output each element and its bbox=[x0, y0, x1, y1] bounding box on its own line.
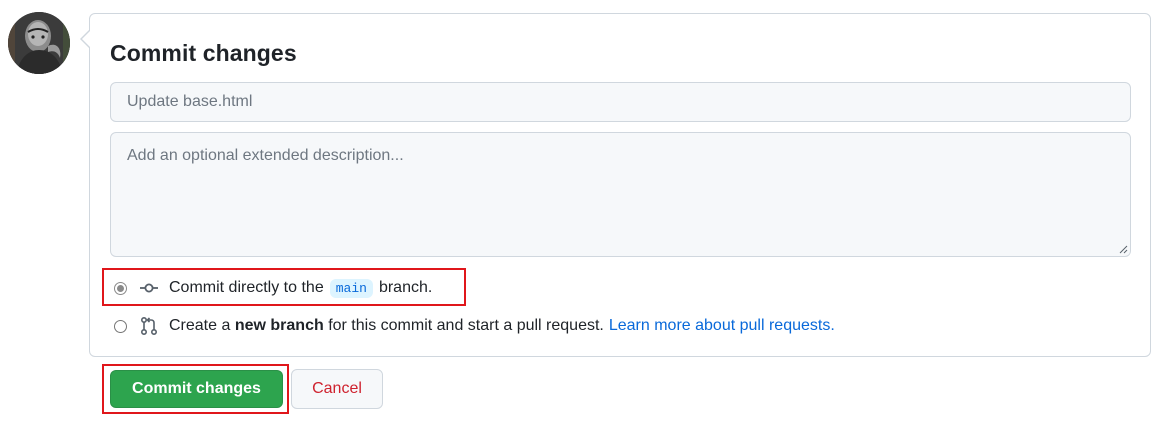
radio-new-branch[interactable] bbox=[114, 319, 127, 333]
cancel-button[interactable]: Cancel bbox=[291, 369, 383, 409]
avatar-image bbox=[8, 12, 70, 74]
option-new-branch-bold: new branch bbox=[234, 317, 324, 334]
commit-summary-input[interactable] bbox=[110, 82, 1131, 122]
resize-grip-icon[interactable] bbox=[1118, 244, 1128, 254]
learn-more-pull-requests-link[interactable]: Learn more about pull requests. bbox=[609, 317, 835, 335]
branch-name-badge: main bbox=[329, 278, 373, 298]
commit-page: Commit changes Commit directly to the ma… bbox=[0, 0, 1161, 421]
commit-description-textarea[interactable] bbox=[110, 132, 1131, 257]
option-new-branch-suffix: for this commit and start a pull request… bbox=[328, 317, 604, 334]
panel-caret-fill bbox=[82, 31, 90, 47]
option-commit-directly[interactable]: Commit directly to the main branch. bbox=[114, 278, 432, 298]
option-commit-text-before: Commit directly to the bbox=[169, 279, 324, 296]
option-new-branch-prefix: Create a bbox=[169, 317, 231, 334]
git-commit-icon bbox=[139, 278, 159, 298]
user-avatar[interactable] bbox=[8, 12, 70, 74]
radio-commit-directly[interactable] bbox=[114, 281, 127, 295]
git-pull-request-icon bbox=[139, 316, 159, 336]
commit-form-panel: Commit changes Commit directly to the ma… bbox=[89, 13, 1151, 357]
commit-form-title: Commit changes bbox=[110, 40, 297, 66]
commit-changes-button[interactable]: Commit changes bbox=[110, 370, 283, 408]
option-commit-text-after: branch. bbox=[378, 279, 433, 296]
option-new-branch[interactable]: Create a new branch for this commit and … bbox=[114, 316, 835, 336]
